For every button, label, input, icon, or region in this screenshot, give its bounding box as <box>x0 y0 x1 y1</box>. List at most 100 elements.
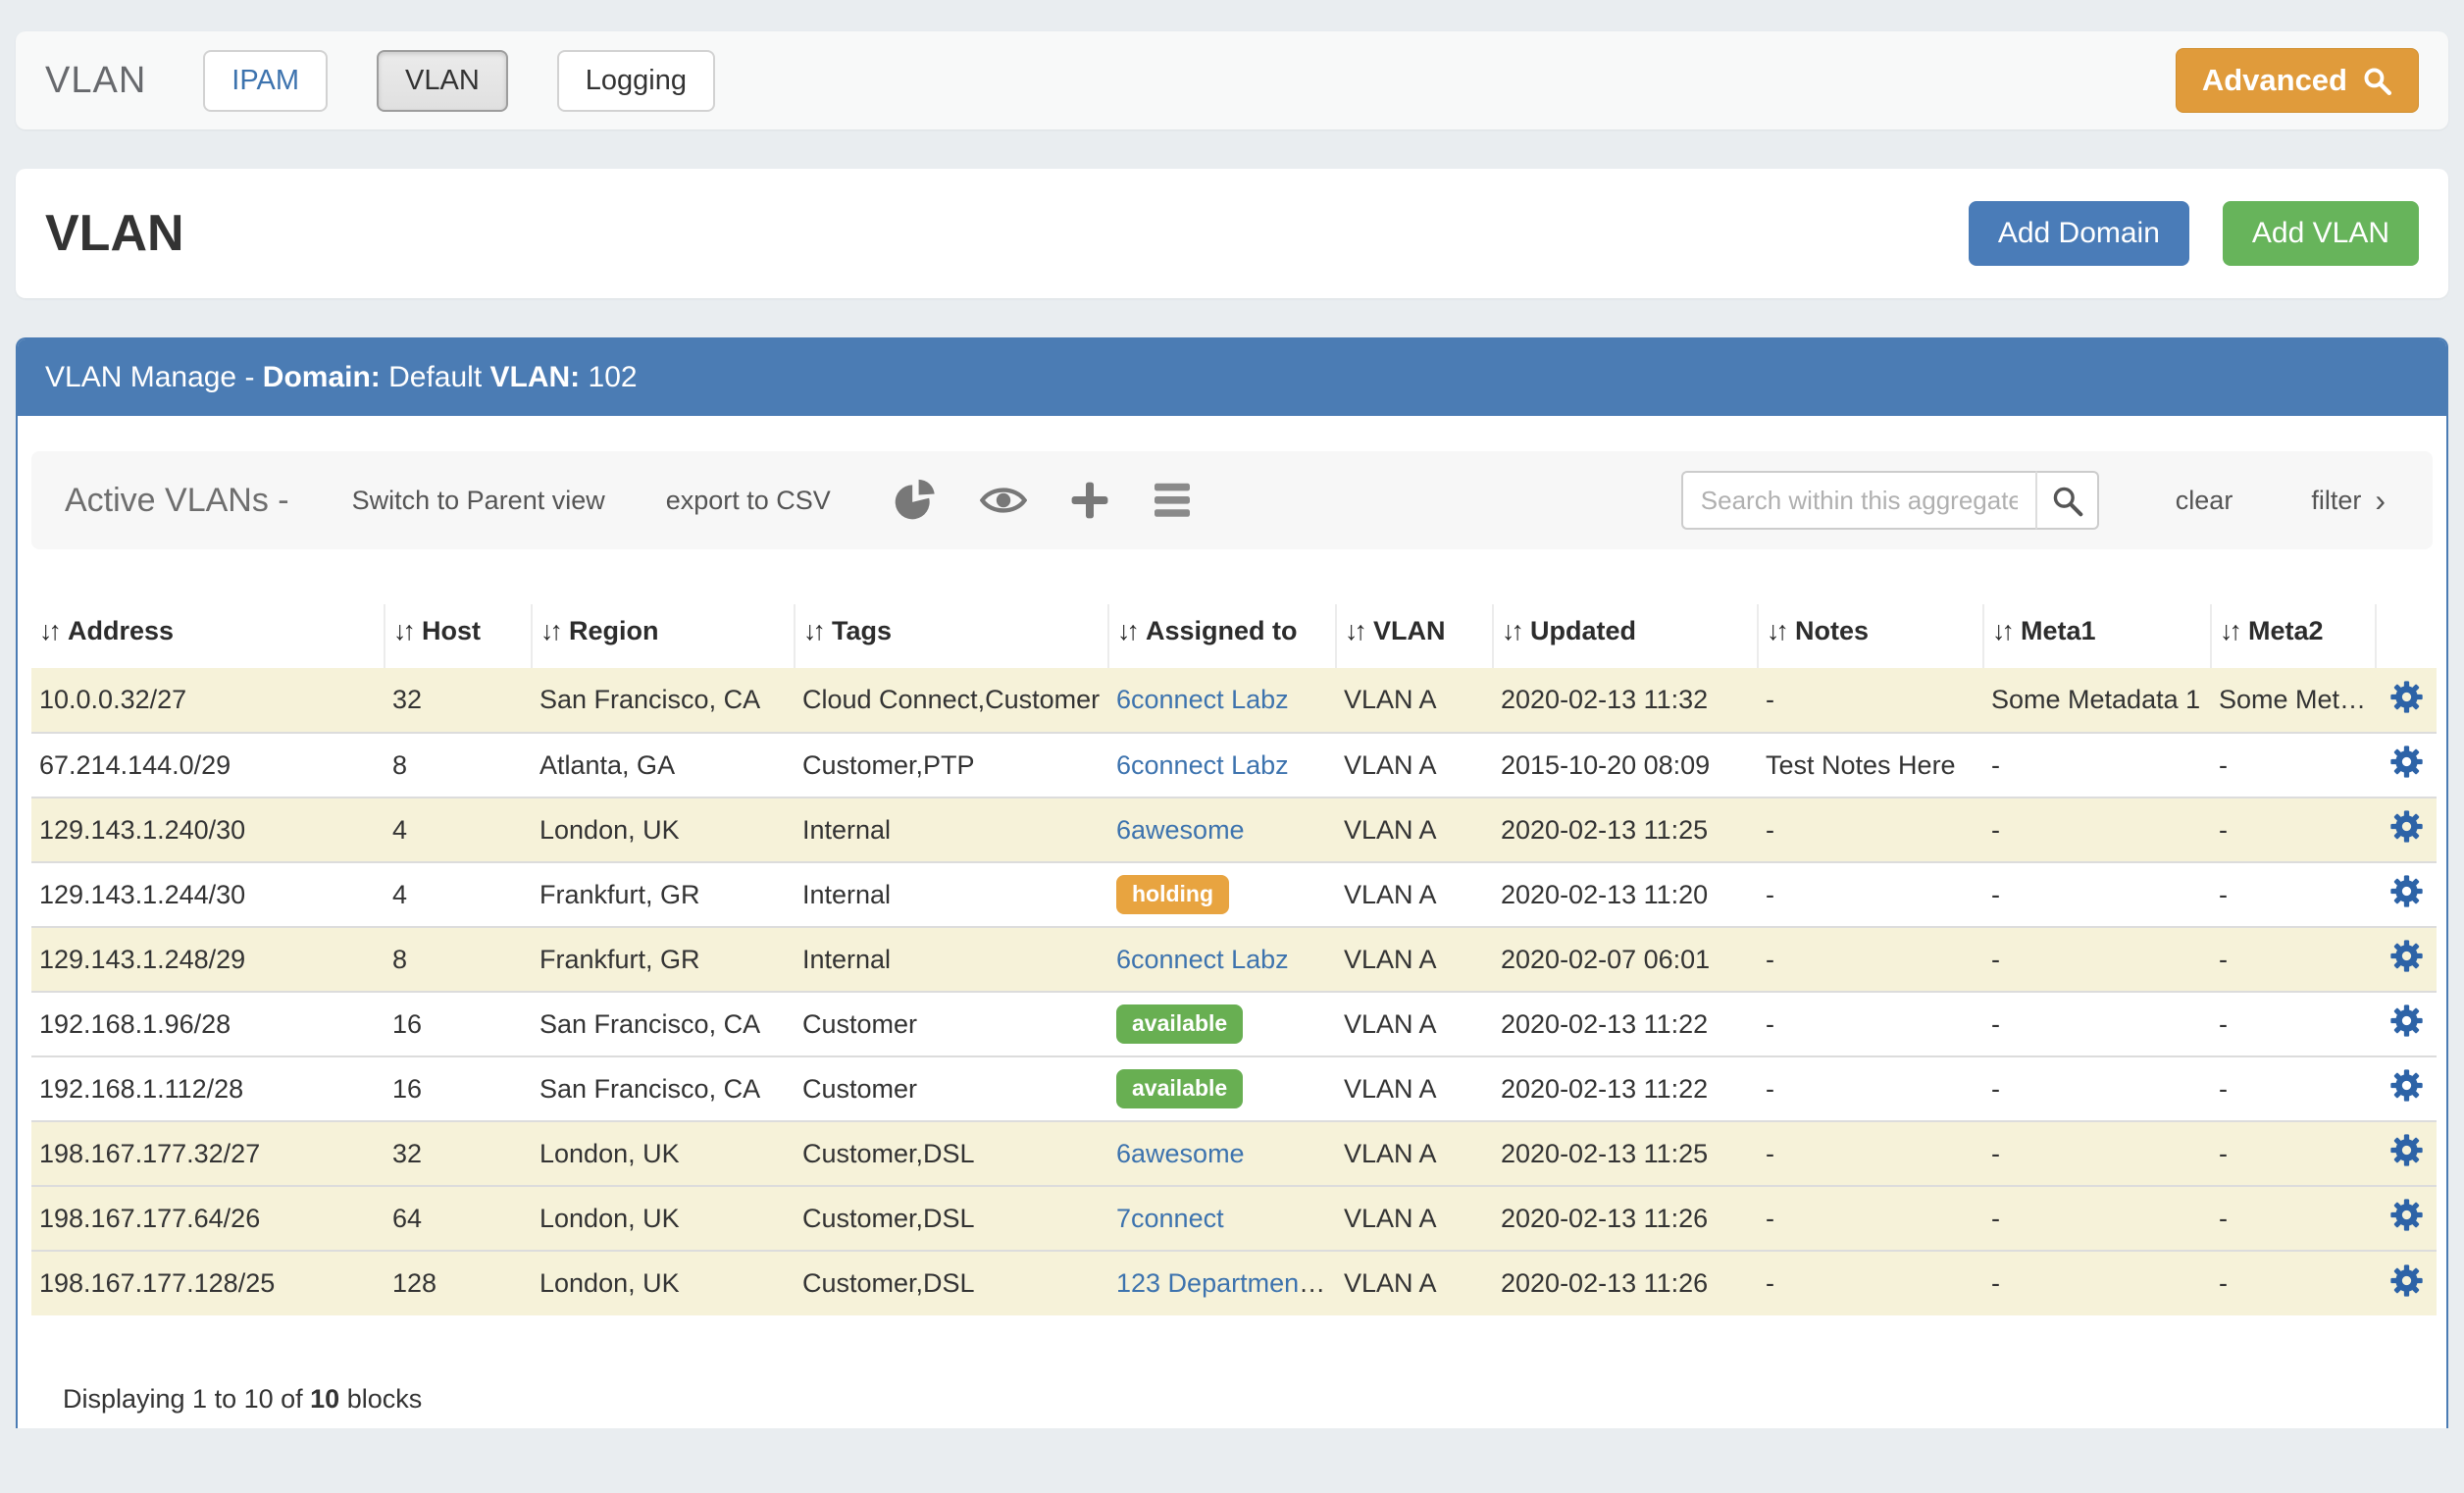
gear-icon[interactable] <box>2390 1199 2423 1231</box>
updated-cell: 2020-02-13 11:22 <box>1493 1056 1758 1121</box>
clear-link[interactable]: clear <box>2176 486 2233 516</box>
gear-icon[interactable] <box>2390 681 2423 713</box>
column-header-meta2[interactable]: Meta2 <box>2211 604 2376 668</box>
address-cell: 198.167.177.32/27 <box>31 1121 385 1186</box>
vlan-cell: VLAN A <box>1336 927 1493 992</box>
sort-icon <box>1345 616 1373 645</box>
plus-icon[interactable] <box>1070 481 1109 520</box>
assigned-to-cell: 6connect Labz <box>1108 733 1336 798</box>
gear-icon[interactable] <box>2390 1004 2423 1037</box>
address-cell: 198.167.177.64/26 <box>31 1186 385 1251</box>
meta1-cell: - <box>1983 992 2211 1056</box>
row-actions-cell <box>2376 668 2437 733</box>
tags-cell: Cloud Connect,Customer <box>795 668 1108 733</box>
vlan-cell: VLAN A <box>1336 992 1493 1056</box>
column-header-host[interactable]: Host <box>385 604 532 668</box>
gear-icon[interactable] <box>2390 1069 2423 1102</box>
add-vlan-button[interactable]: Add VLAN <box>2223 201 2419 266</box>
meta1-cell: - <box>1983 1186 2211 1251</box>
table-header-row: AddressHostRegionTagsAssigned toVLANUpda… <box>31 604 2437 668</box>
panel-header-domain-value: Default <box>381 361 490 393</box>
assigned-link[interactable]: 6connect Labz <box>1116 685 1289 714</box>
host-cell: 64 <box>385 1186 532 1251</box>
column-header-vlan[interactable]: VLAN <box>1336 604 1493 668</box>
gear-icon[interactable] <box>2390 810 2423 843</box>
column-header-region[interactable]: Region <box>532 604 795 668</box>
footer-prefix: Displaying 1 to 10 of <box>63 1384 310 1414</box>
tags-cell: Internal <box>795 798 1108 862</box>
table-row: 129.143.1.240/30 4 London, UK Internal 6… <box>31 798 2437 862</box>
assigned-to-cell: 123 Department… <box>1108 1251 1336 1315</box>
footer-suffix: blocks <box>339 1384 422 1414</box>
assigned-link[interactable]: 6awesome <box>1116 1139 1245 1168</box>
export-csv-link[interactable]: export to CSV <box>666 486 831 516</box>
sort-icon <box>2220 616 2248 645</box>
advanced-search-button[interactable]: Advanced <box>2176 48 2419 113</box>
gear-icon[interactable] <box>2390 746 2423 778</box>
pie-chart-icon[interactable] <box>892 478 937 523</box>
vlan-table: AddressHostRegionTagsAssigned toVLANUpda… <box>31 604 2437 1315</box>
updated-cell: 2020-02-13 11:26 <box>1493 1186 1758 1251</box>
sort-icon <box>393 616 422 645</box>
assigned-link[interactable]: 7connect <box>1116 1204 1224 1233</box>
table-row: 192.168.1.112/28 16 San Francisco, CA Cu… <box>31 1056 2437 1121</box>
region-cell: London, UK <box>532 1186 795 1251</box>
notes-cell: - <box>1758 1186 1983 1251</box>
updated-cell: 2020-02-13 11:26 <box>1493 1251 1758 1315</box>
column-header-meta1[interactable]: Meta1 <box>1983 604 2211 668</box>
menu-icon[interactable] <box>1153 483 1192 518</box>
region-cell: London, UK <box>532 1251 795 1315</box>
meta1-cell: - <box>1983 862 2211 927</box>
add-domain-button[interactable]: Add Domain <box>1969 201 2189 266</box>
tab-vlan[interactable]: VLAN <box>377 50 508 112</box>
meta2-cell: - <box>2211 733 2376 798</box>
column-header-updated[interactable]: Updated <box>1493 604 1758 668</box>
assigned-link[interactable]: 6connect Labz <box>1116 945 1289 974</box>
search-icon <box>2361 65 2392 96</box>
address-cell: 129.143.1.240/30 <box>31 798 385 862</box>
advanced-label: Advanced <box>2202 63 2347 98</box>
meta2-cell: - <box>2211 1186 2376 1251</box>
vlan-manage-panel: VLAN Manage - Domain: Default VLAN: 102 … <box>16 337 2448 1428</box>
tab-ipam[interactable]: IPAM <box>203 50 328 112</box>
tags-cell: Customer,DSL <box>795 1251 1108 1315</box>
assigned-to-cell: 6awesome <box>1108 1121 1336 1186</box>
column-header-assigned-to[interactable]: Assigned to <box>1108 604 1336 668</box>
assigned-to-cell: holding <box>1108 862 1336 927</box>
region-cell: San Francisco, CA <box>532 668 795 733</box>
panel-body: Active VLANs - Switch to Parent view exp… <box>18 416 2446 1415</box>
panel-header: VLAN Manage - Domain: Default VLAN: 102 <box>18 339 2446 416</box>
search-input[interactable] <box>1681 471 2036 530</box>
row-actions-cell <box>2376 1121 2437 1186</box>
column-header-address[interactable]: Address <box>31 604 385 668</box>
gear-icon[interactable] <box>2390 1134 2423 1166</box>
row-actions-cell <box>2376 1251 2437 1315</box>
eye-icon[interactable] <box>980 483 1027 518</box>
host-cell: 4 <box>385 798 532 862</box>
table-row: 129.143.1.248/29 8 Frankfurt, GR Interna… <box>31 927 2437 992</box>
search-icon <box>2050 484 2083 517</box>
column-header-tags[interactable]: Tags <box>795 604 1108 668</box>
assigned-link[interactable]: 6awesome <box>1116 815 1245 845</box>
column-header-notes[interactable]: Notes <box>1758 604 1983 668</box>
tags-cell: Customer <box>795 1056 1108 1121</box>
gear-icon[interactable] <box>2390 875 2423 907</box>
meta1-cell: - <box>1983 927 2211 992</box>
footer-count: 10 <box>310 1384 339 1414</box>
vlan-cell: VLAN A <box>1336 668 1493 733</box>
address-cell: 129.143.1.244/30 <box>31 862 385 927</box>
gear-icon[interactable] <box>2390 1264 2423 1297</box>
filter-link[interactable]: filter <box>2311 483 2386 519</box>
tags-cell: Customer,DSL <box>795 1121 1108 1186</box>
switch-parent-view-link[interactable]: Switch to Parent view <box>352 486 605 516</box>
search-button[interactable] <box>2036 471 2099 530</box>
meta2-cell: - <box>2211 927 2376 992</box>
assigned-link[interactable]: 6connect Labz <box>1116 750 1289 780</box>
assigned-link[interactable]: 123 Department… <box>1116 1268 1333 1298</box>
gear-icon[interactable] <box>2390 940 2423 972</box>
tab-logging[interactable]: Logging <box>557 50 715 112</box>
assigned-to-cell: available <box>1108 1056 1336 1121</box>
meta1-cell: - <box>1983 733 2211 798</box>
panel-header-domain-label: Domain: <box>263 361 381 393</box>
assigned-to-cell: 6connect Labz <box>1108 668 1336 733</box>
